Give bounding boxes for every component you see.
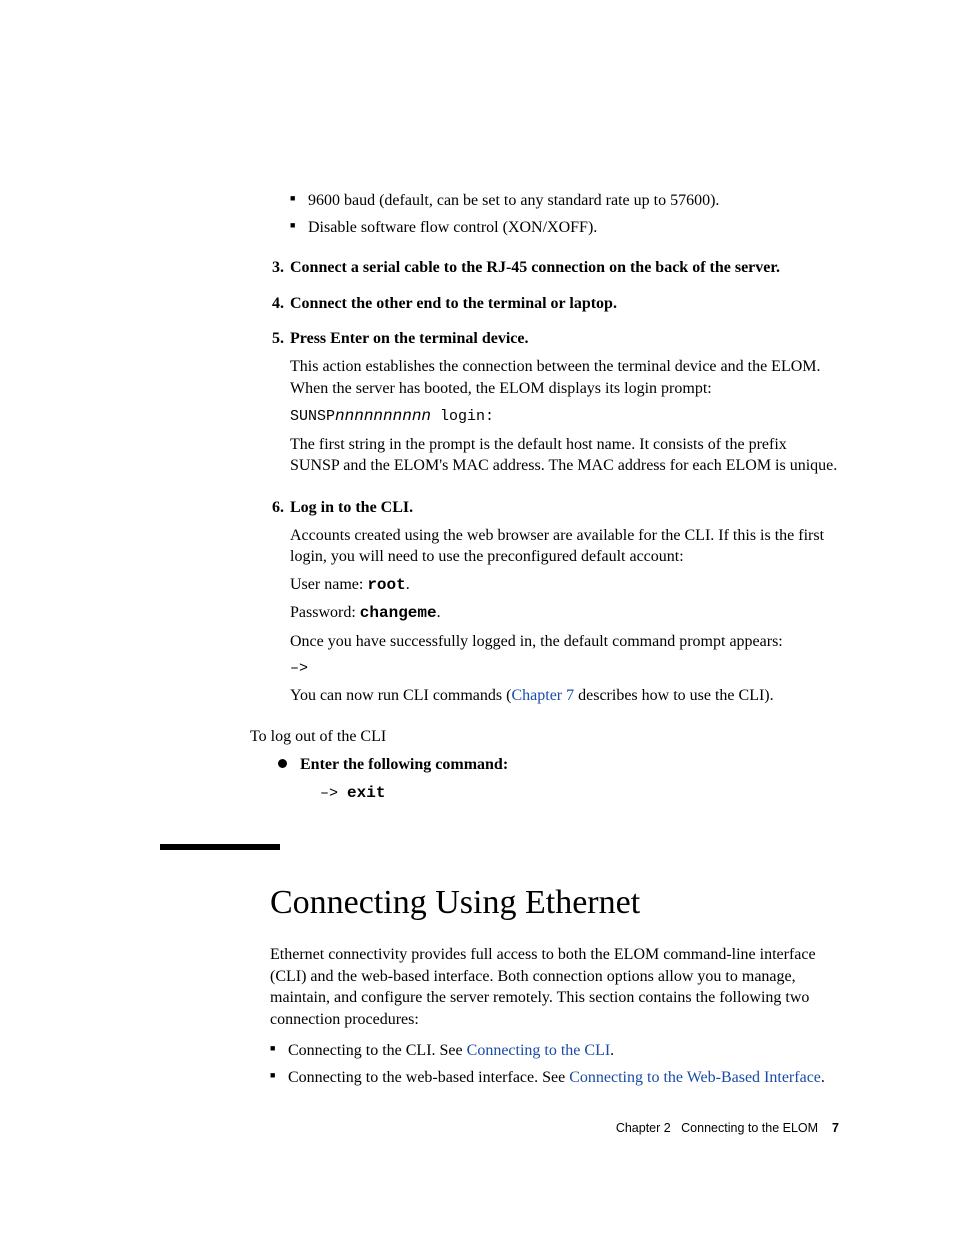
page-content: 9600 baud (default, can be set to any st… <box>0 0 954 1089</box>
value: root <box>367 576 405 594</box>
section-intro: Ethernet connectivity provides full acce… <box>270 944 839 1030</box>
step-title: Press Enter on the terminal device. <box>290 328 839 350</box>
step-paragraph: Once you have successfully logged in, th… <box>290 631 839 653</box>
list-item: Connecting to the CLI. See Connecting to… <box>270 1040 839 1062</box>
code-suffix: login: <box>431 408 494 425</box>
step-6: 6. Log in to the CLI. Accounts created u… <box>262 497 839 712</box>
bullet-text: Disable software flow control (XON/XOFF)… <box>308 219 597 236</box>
credential-line: Password: changeme. <box>290 602 839 625</box>
step-number: 5. <box>262 328 284 483</box>
page-number: 7 <box>832 1121 839 1135</box>
step-5: 5. Press Enter on the terminal device. T… <box>262 328 839 483</box>
step-paragraph: You can now run CLI commands (Chapter 7 … <box>290 685 839 707</box>
section-divider <box>160 844 280 850</box>
logout-step: Enter the following command: <box>300 756 508 773</box>
footer-title: Connecting to the ELOM <box>681 1121 818 1135</box>
label: Password: <box>290 604 360 621</box>
list-item: Enter the following command: <box>278 754 839 776</box>
label: User name: <box>290 576 367 593</box>
step-paragraph: This action establishes the connection b… <box>290 356 839 399</box>
bullet-text: 9600 baud (default, can be set to any st… <box>308 192 719 209</box>
code-prefix: SUNSP <box>290 408 335 425</box>
text: You can now run CLI commands ( <box>290 687 511 704</box>
prompt: –> <box>320 785 347 802</box>
step-paragraph: Accounts created using the web browser a… <box>290 525 839 568</box>
code-variable: nnnnnnnnnn <box>335 407 431 425</box>
step-4: 4. Connect the other end to the terminal… <box>262 293 839 315</box>
value: changeme <box>360 604 437 622</box>
list-item: 9600 baud (default, can be set to any st… <box>290 190 839 212</box>
section: Connecting Using Ethernet Ethernet conne… <box>270 880 839 1088</box>
logout-step-list: Enter the following command: <box>278 754 839 776</box>
logout-intro: To log out of the CLI <box>250 726 839 748</box>
exit-command-line: –> exit <box>320 782 839 805</box>
list-item: Disable software flow control (XON/XOFF)… <box>290 217 839 239</box>
step-number: 4. <box>262 293 284 315</box>
code-line: SUNSPnnnnnnnnnn login: <box>290 405 839 428</box>
command: exit <box>347 784 385 802</box>
list-item: Connecting to the web-based interface. S… <box>270 1067 839 1089</box>
prompt-line: –> <box>290 659 839 679</box>
step-3: 3. Connect a serial cable to the RJ-45 c… <box>262 257 839 279</box>
step-title: Connect a serial cable to the RJ-45 conn… <box>290 257 839 279</box>
cross-reference-link[interactable]: Connecting to the Web-Based Interface <box>569 1069 821 1086</box>
step-number: 3. <box>262 257 284 279</box>
bullet-text: Connecting to the web-based interface. S… <box>288 1069 569 1086</box>
section-heading: Connecting Using Ethernet <box>270 880 839 926</box>
text: describes how to use the CLI). <box>574 687 774 704</box>
step-paragraph: The first string in the prompt is the de… <box>290 434 839 477</box>
step-title: Connect the other end to the terminal or… <box>290 293 839 315</box>
step-number: 6. <box>262 497 284 712</box>
credential-line: User name: root. <box>290 574 839 597</box>
continued-bullets: 9600 baud (default, can be set to any st… <box>290 190 839 238</box>
cross-reference-link[interactable]: Chapter 7 <box>511 687 574 704</box>
ordered-steps: 3. Connect a serial cable to the RJ-45 c… <box>262 257 839 712</box>
step-title: Log in to the CLI. <box>290 497 839 519</box>
bullet-text: Connecting to the CLI. See <box>288 1042 467 1059</box>
footer-chapter: Chapter 2 <box>616 1121 671 1135</box>
cross-reference-link[interactable]: Connecting to the CLI <box>467 1042 611 1059</box>
page-footer: Chapter 2 Connecting to the ELOM 7 <box>616 1121 839 1135</box>
